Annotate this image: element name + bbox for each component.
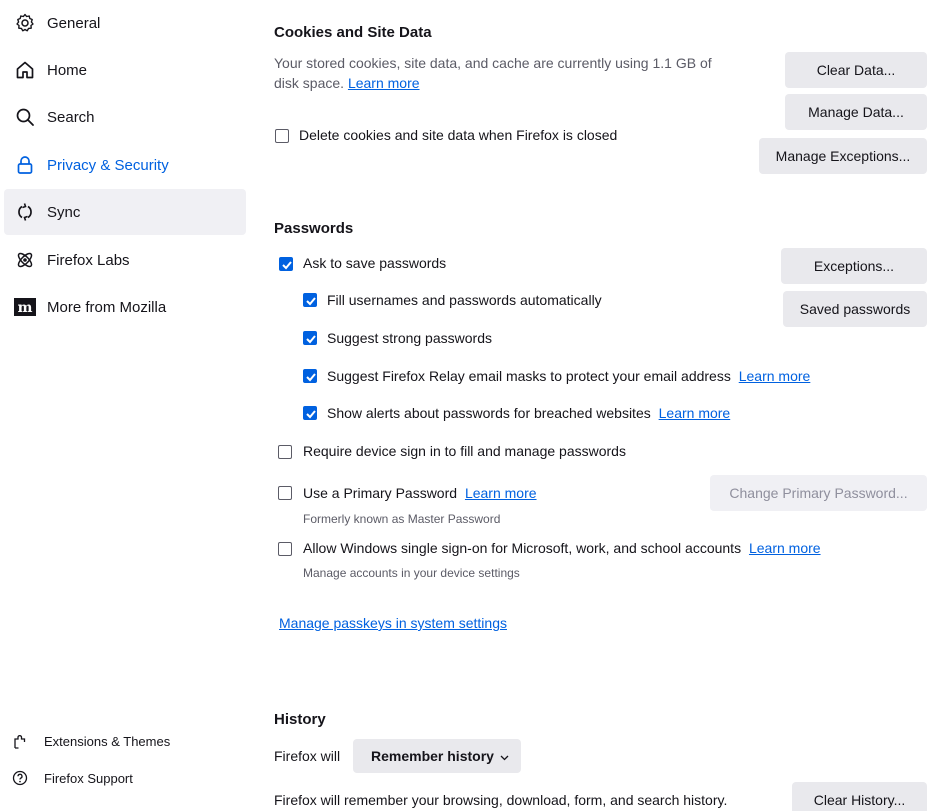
main-content: Cookies and Site Data Your stored cookie… (0, 0, 928, 811)
history-mode-dropdown[interactable]: Remember history (353, 739, 521, 773)
clear-data-button[interactable]: Clear Data... (785, 52, 927, 88)
delete-cookies-checkbox[interactable] (275, 129, 289, 143)
require-device-label: Require device sign in to fill and manag… (303, 443, 626, 459)
suggest-strong-checkbox[interactable] (303, 331, 317, 345)
windows-sso-label: Allow Windows single sign-on for Microso… (303, 540, 742, 556)
primary-password-label: Use a Primary Password (303, 485, 458, 501)
primary-learn-more-link[interactable]: Learn more (465, 485, 537, 501)
relay-learn-more-link[interactable]: Learn more (739, 368, 811, 384)
history-description: Firefox will remember your browsing, dow… (274, 792, 728, 808)
breach-alerts-label: Show alerts about passwords for breached… (327, 405, 651, 421)
manage-data-button[interactable]: Manage Data... (785, 94, 927, 130)
cookies-section-title: Cookies and Site Data (274, 24, 432, 41)
breach-alerts-checkbox[interactable] (303, 406, 317, 420)
manage-accounts-note: Manage accounts in your device settings (303, 566, 520, 580)
clear-history-button[interactable]: Clear History... (792, 782, 927, 811)
suggest-relay-label: Suggest Firefox Relay email masks to pro… (327, 368, 731, 384)
cookies-desc-line1: Your stored cookies, site data, and cach… (274, 55, 712, 71)
fill-automatically-checkbox[interactable] (303, 293, 317, 307)
suggest-relay-row: Suggest Firefox Relay email masks to pro… (327, 368, 810, 384)
cookies-desc-line2: disk space. Learn more (274, 75, 420, 91)
change-primary-password-button[interactable]: Change Primary Password... (710, 475, 927, 511)
cookies-learn-more-link[interactable]: Learn more (348, 75, 420, 91)
manage-passkeys-link[interactable]: Manage passkeys in system settings (279, 615, 507, 631)
history-mode-value: Remember history (371, 748, 494, 764)
formerly-master-password-note: Formerly known as Master Password (303, 512, 501, 526)
ask-to-save-checkbox[interactable] (279, 257, 293, 271)
primary-password-row: Use a Primary Password Learn more (303, 485, 537, 501)
exceptions-button[interactable]: Exceptions... (781, 248, 927, 284)
alerts-learn-more-link[interactable]: Learn more (659, 405, 731, 421)
cookies-desc-text: disk space. (274, 75, 345, 91)
sso-learn-more-link[interactable]: Learn more (749, 540, 821, 556)
ask-to-save-label: Ask to save passwords (303, 255, 447, 271)
chevron-down-icon (500, 748, 509, 764)
require-device-checkbox[interactable] (278, 445, 292, 459)
delete-cookies-label: Delete cookies and site data when Firefo… (299, 127, 618, 143)
manage-exceptions-button[interactable]: Manage Exceptions... (759, 138, 927, 174)
saved-passwords-button[interactable]: Saved passwords (783, 291, 927, 327)
breach-alerts-row: Show alerts about passwords for breached… (327, 405, 730, 421)
windows-sso-row: Allow Windows single sign-on for Microso… (303, 540, 821, 556)
fill-automatically-label: Fill usernames and passwords automatical… (327, 292, 602, 308)
passwords-section-title: Passwords (274, 220, 354, 237)
windows-sso-checkbox[interactable] (278, 542, 292, 556)
history-section-title: History (274, 711, 326, 728)
primary-password-checkbox[interactable] (278, 486, 292, 500)
firefox-will-label: Firefox will (274, 748, 341, 764)
suggest-strong-label: Suggest strong passwords (327, 330, 492, 346)
suggest-relay-checkbox[interactable] (303, 369, 317, 383)
